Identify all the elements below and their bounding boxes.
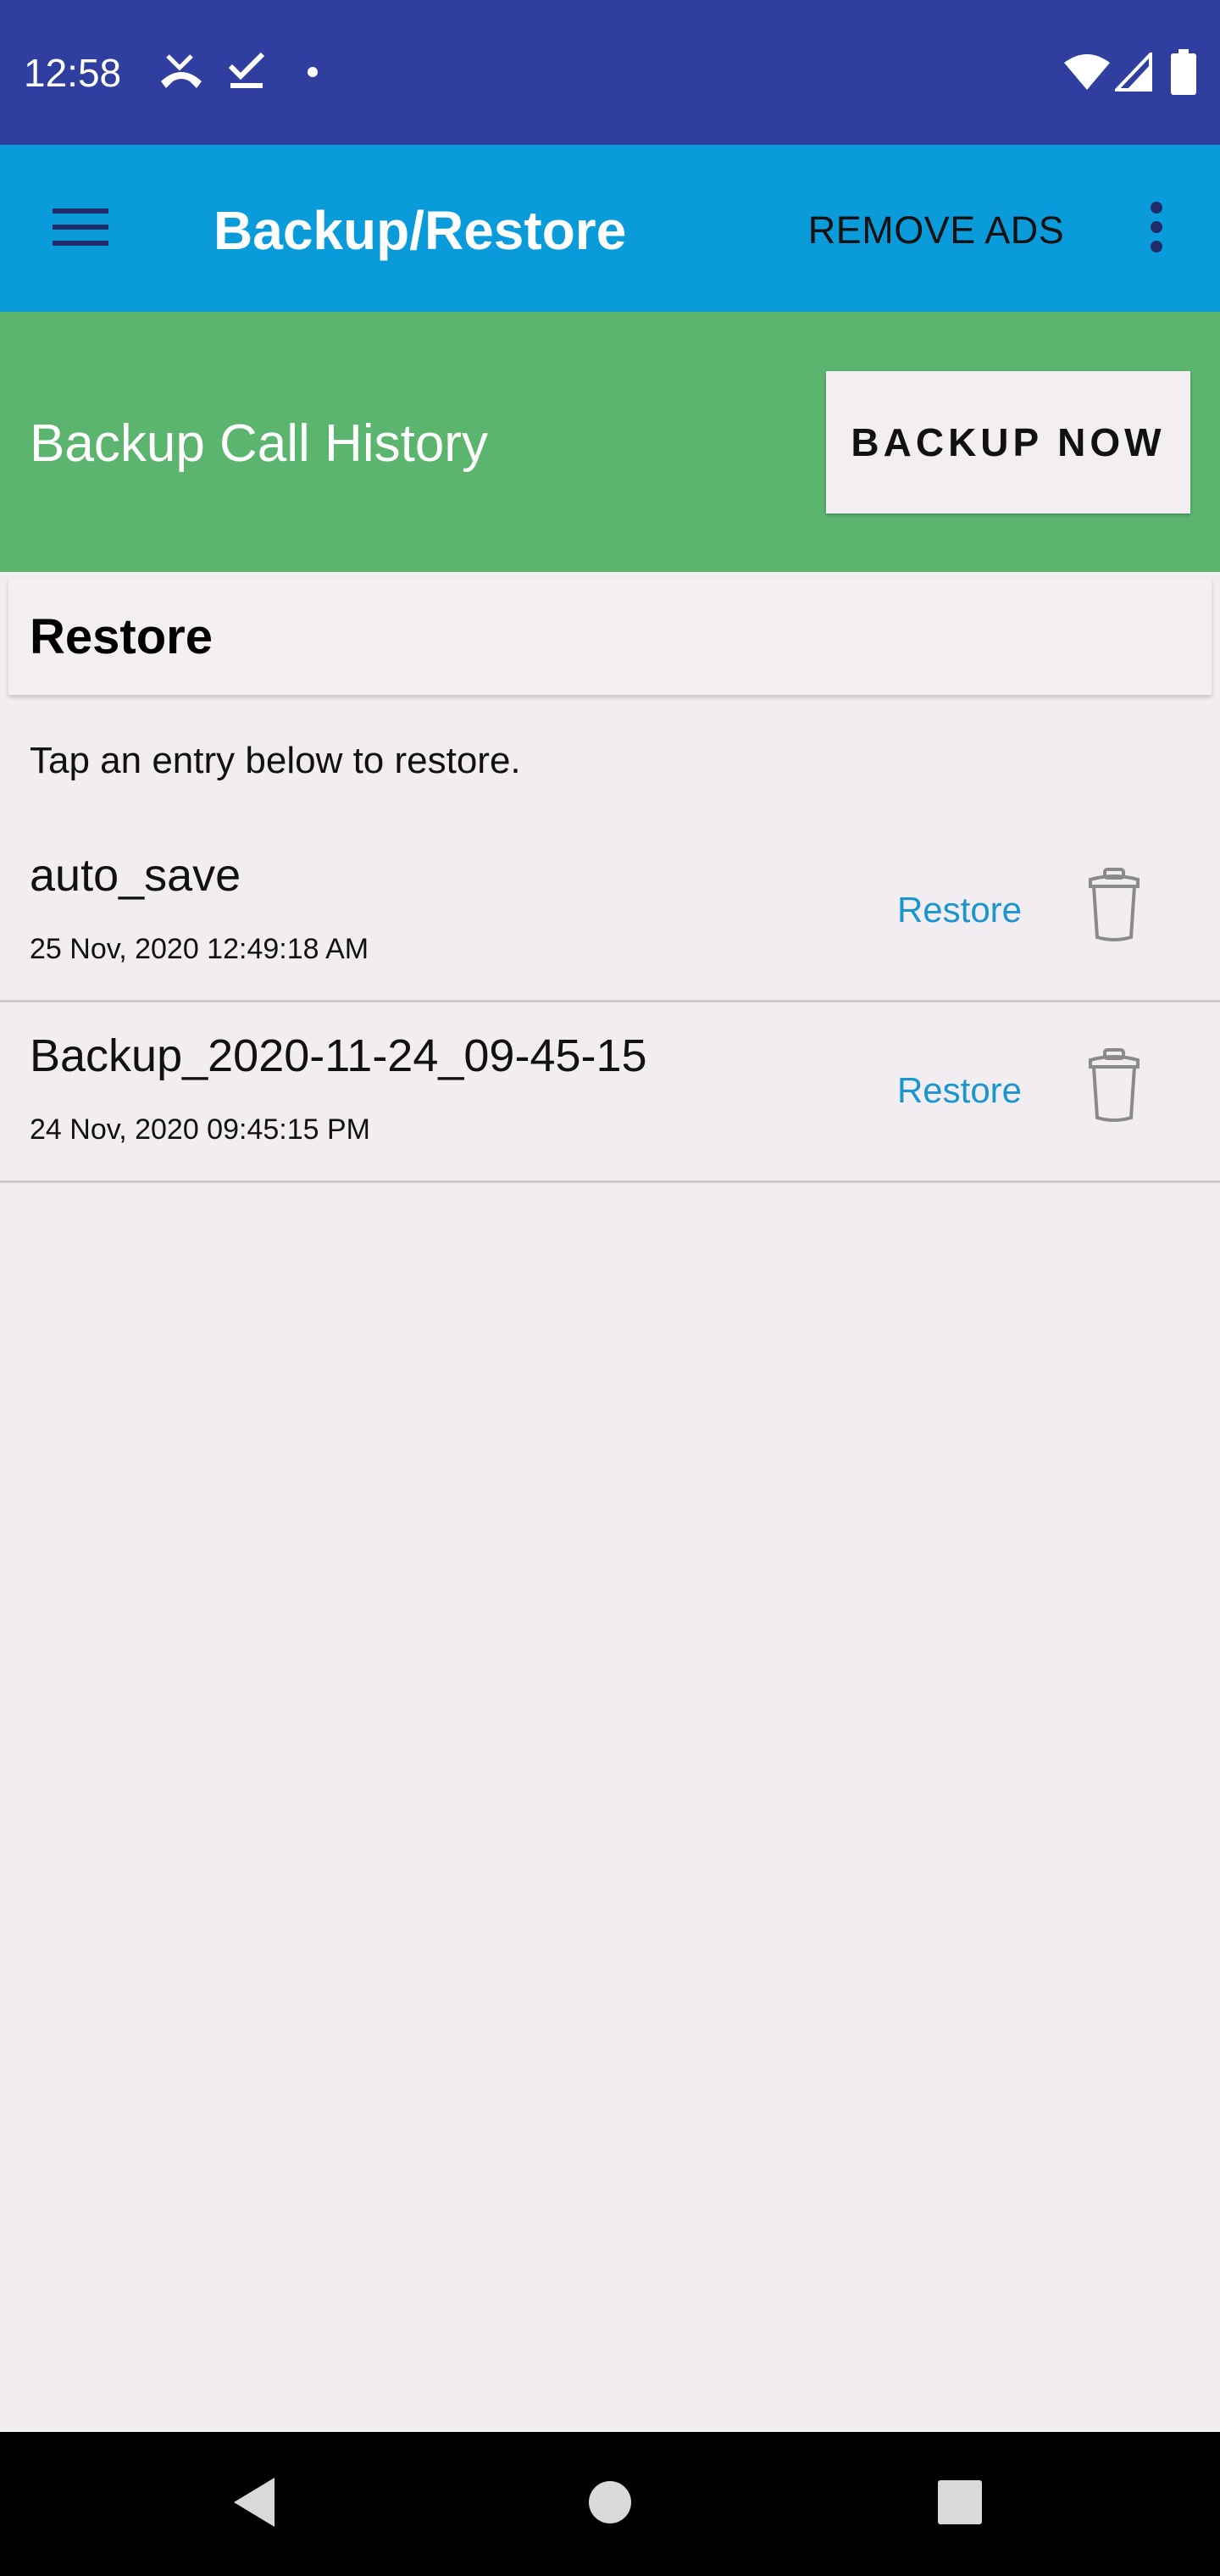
missed-call-icon — [158, 51, 205, 96]
download-done-icon — [227, 49, 266, 96]
delete-button[interactable] — [1072, 1041, 1156, 1134]
home-button[interactable] — [568, 2462, 652, 2546]
backup-entry-row[interactable]: Backup_2020-11-24_09-45-15 24 Nov, 2020 … — [0, 1002, 1220, 1183]
backup-now-button[interactable]: BACKUP NOW — [826, 371, 1190, 514]
recents-button[interactable] — [918, 2462, 1002, 2546]
back-icon — [230, 2476, 278, 2533]
restore-title: Restore — [30, 609, 213, 664]
hamburger-menu-icon — [53, 207, 108, 252]
battery-icon — [1171, 49, 1196, 99]
notification-dot-icon — [307, 66, 319, 82]
backup-entry-date: 24 Nov, 2020 09:45:15 PM — [30, 1113, 370, 1146]
home-icon — [587, 2479, 633, 2529]
restore-button[interactable]: Restore — [881, 885, 1038, 935]
backup-label: Backup Call History — [30, 414, 488, 473]
restore-button[interactable]: Restore — [881, 1065, 1038, 1116]
backup-entry-row[interactable]: auto_save 25 Nov, 2020 12:49:18 AM Resto… — [0, 822, 1220, 1002]
status-bar: 12:58 — [0, 0, 1220, 145]
backup-entry-date: 25 Nov, 2020 12:49:18 AM — [30, 933, 369, 965]
more-vert-icon — [1148, 201, 1165, 258]
status-time: 12:58 — [24, 51, 122, 95]
backup-entry-name: Backup_2020-11-24_09-45-15 — [30, 1030, 647, 1081]
restore-hint: Tap an entry below to restore. — [30, 740, 521, 781]
trash-icon — [1088, 1047, 1140, 1127]
overflow-menu-button[interactable] — [1118, 182, 1195, 275]
backup-entry-name: auto_save — [30, 850, 241, 901]
recents-icon — [937, 2479, 983, 2529]
navigation-menu-button[interactable] — [34, 182, 127, 275]
page-title: Backup/Restore — [214, 200, 627, 261]
signal-icon — [1112, 50, 1152, 96]
wifi-icon — [1062, 53, 1112, 96]
trash-icon — [1088, 867, 1140, 947]
backup-banner: Backup Call History BACKUP NOW — [0, 312, 1220, 572]
app-bar: Backup/Restore REMOVE ADS — [0, 145, 1220, 312]
remove-ads-button[interactable]: REMOVE ADS — [796, 204, 1076, 257]
system-navigation-bar — [0, 2432, 1220, 2576]
restore-section-header: Restore — [8, 579, 1212, 695]
back-button[interactable] — [212, 2462, 297, 2546]
delete-button[interactable] — [1072, 860, 1156, 953]
